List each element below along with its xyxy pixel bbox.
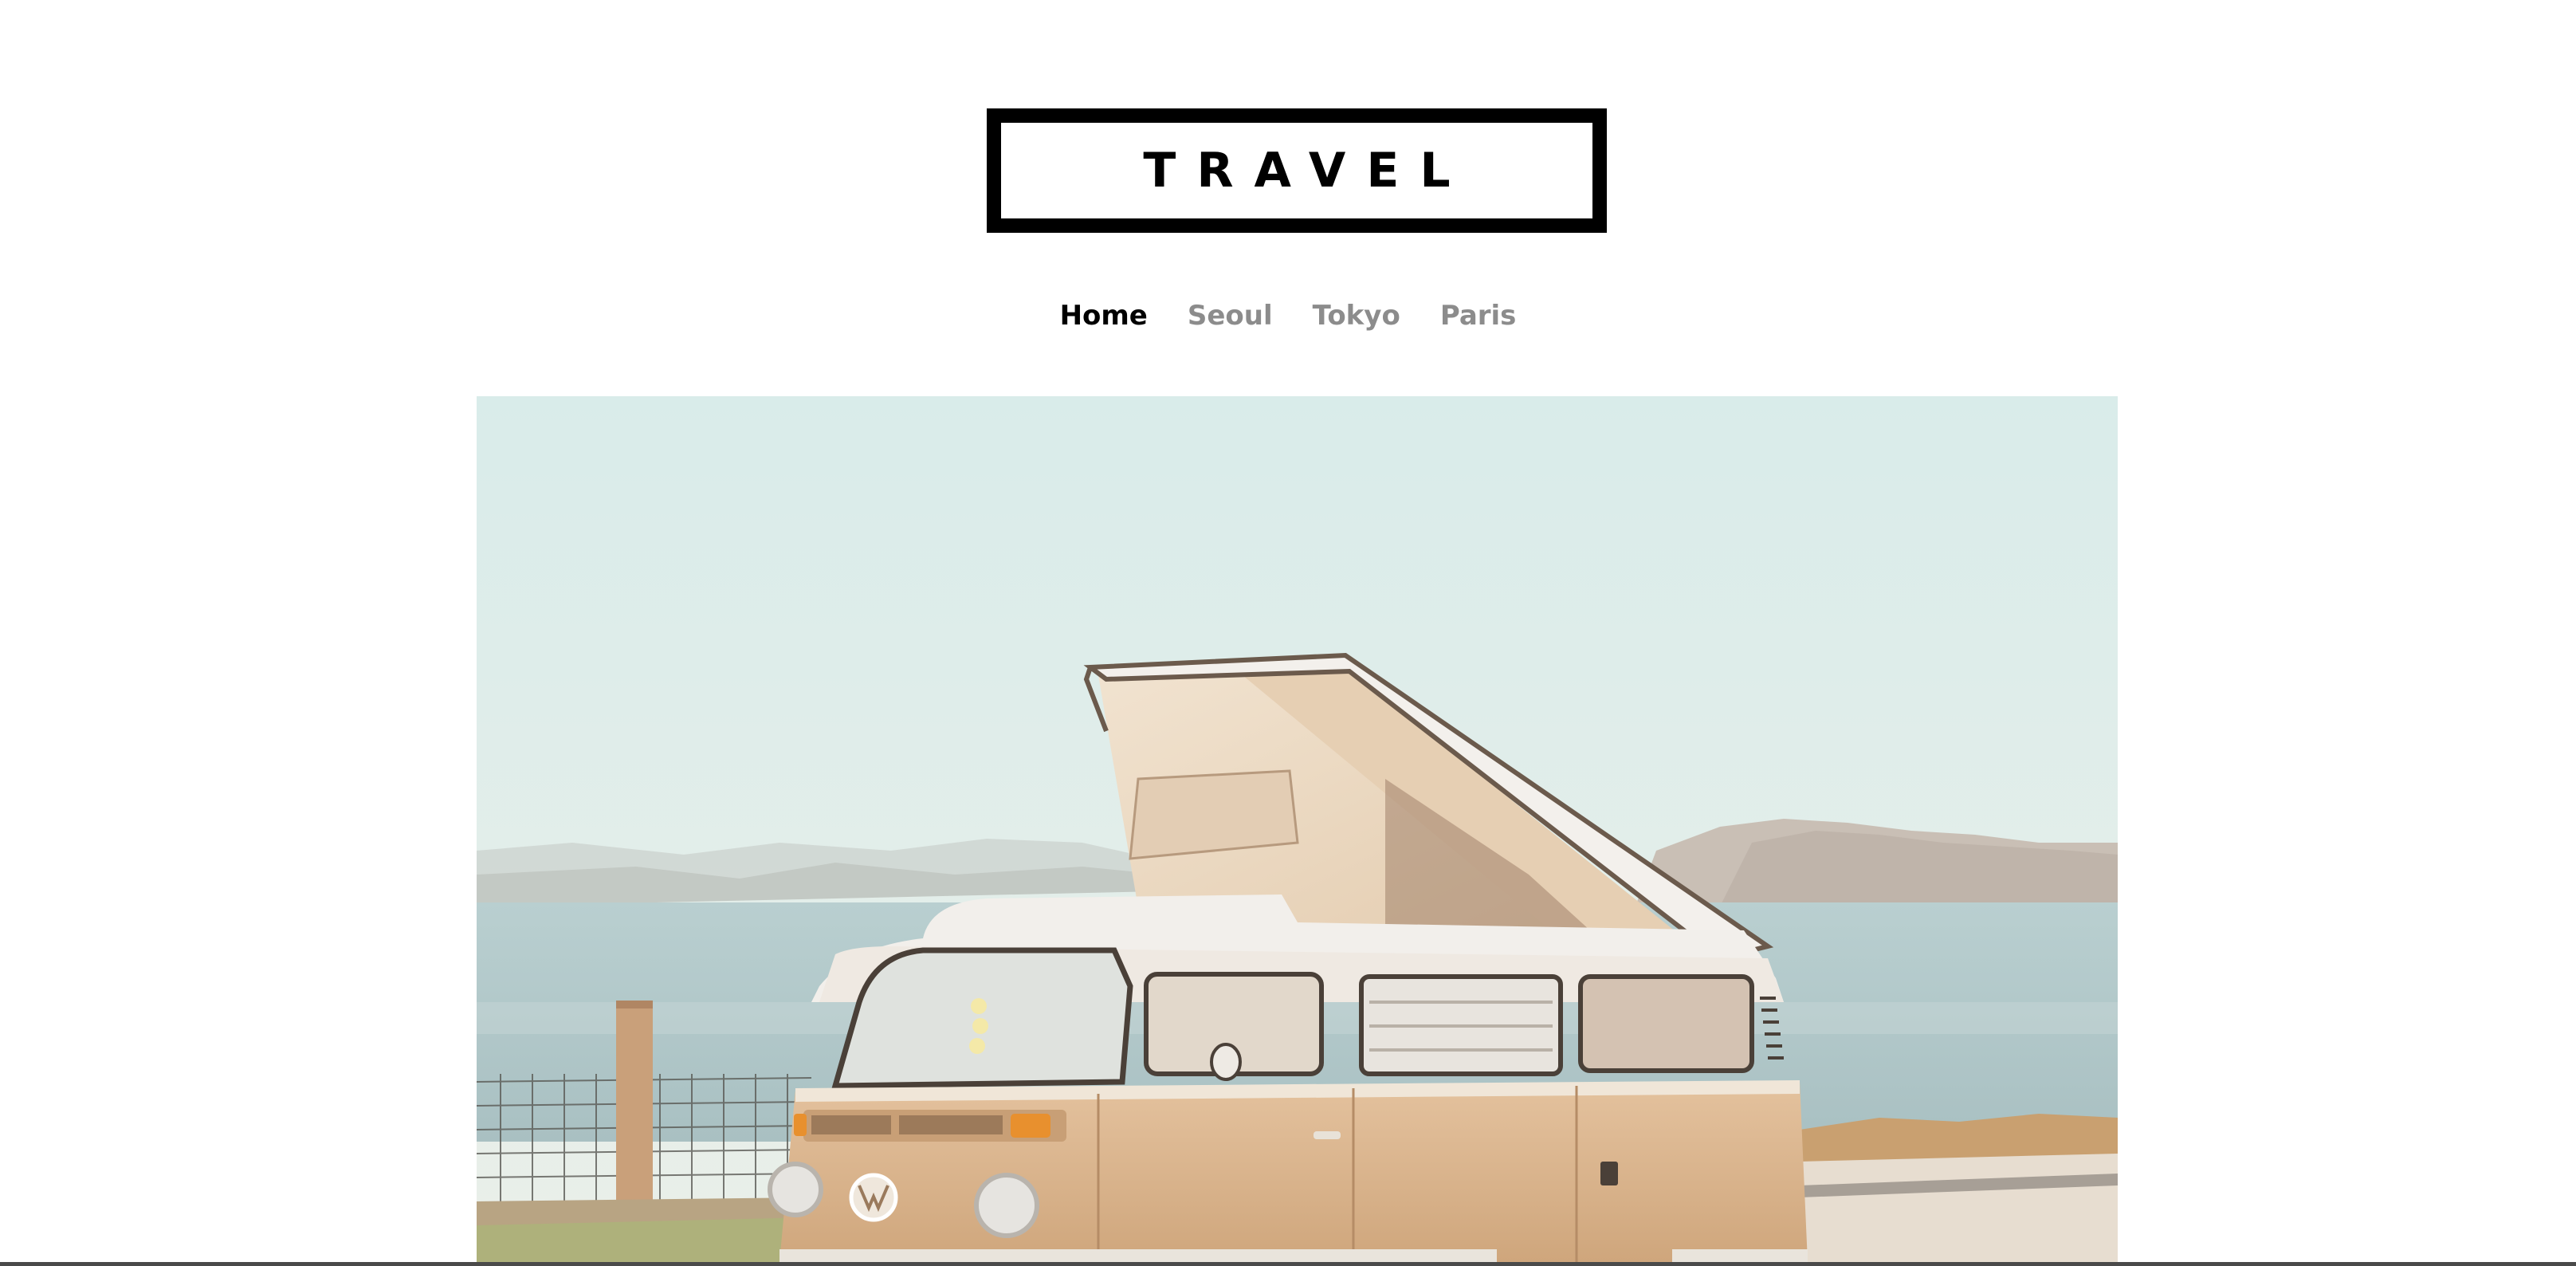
hero-photo-van: [477, 396, 2118, 1262]
bottom-edge: [0, 1262, 2576, 1266]
nav-link-paris[interactable]: Paris: [1440, 300, 1517, 332]
nav-link-tokyo[interactable]: Tokyo: [1313, 300, 1400, 332]
page: TRAVEL Home Seoul Tokyo Paris: [0, 0, 2576, 1266]
main-nav: Home Seoul Tokyo Paris: [0, 292, 2576, 340]
nav-link-seoul[interactable]: Seoul: [1188, 300, 1273, 332]
nav-link-home[interactable]: Home: [1060, 300, 1148, 332]
hero-image: [477, 396, 2118, 1262]
site-logo[interactable]: TRAVEL: [987, 108, 1607, 233]
site-logo-text: TRAVEL: [1143, 143, 1471, 199]
